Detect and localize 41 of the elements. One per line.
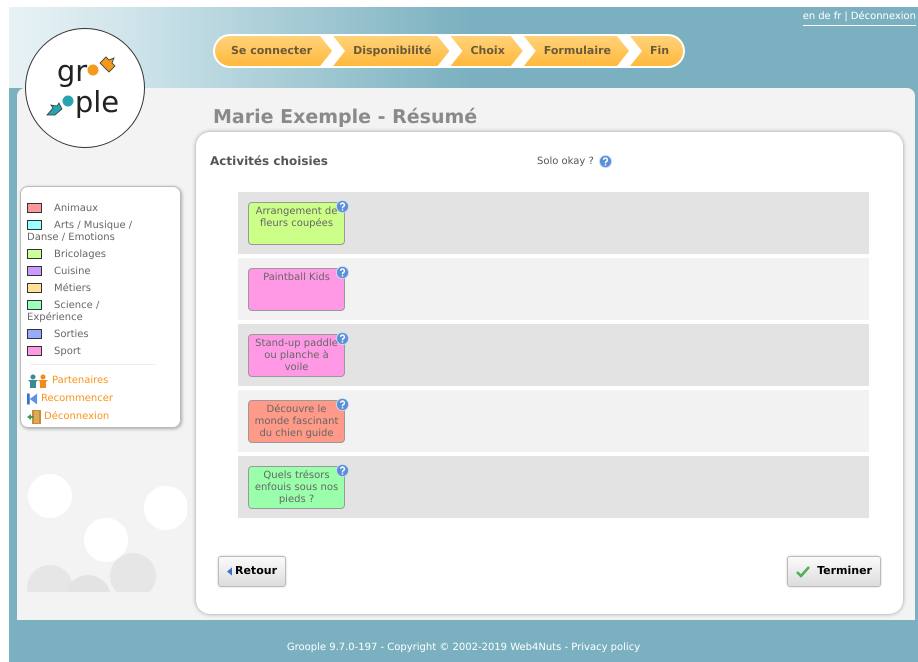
step-tab[interactable]: Se connecter: [215, 36, 332, 66]
footer-text: Groople 9.7.0-197 - Copyright © 2002-2019 Web4Nuts - Privacy policy: [286, 640, 640, 654]
left-triangle-icon: [227, 567, 232, 576]
logout-link[interactable]: Déconnexion: [850, 9, 916, 24]
help-icon[interactable]: [336, 332, 349, 345]
language-link[interactable]: en: [802, 9, 816, 24]
finish-button[interactable]: Terminer: [787, 556, 881, 587]
help-icon[interactable]: [336, 464, 349, 477]
step-tab[interactable]: Formulaire: [524, 36, 629, 66]
language-link[interactable]: de: [818, 9, 831, 24]
check-icon: [796, 566, 810, 578]
section-title: Activités choisies: [210, 153, 329, 170]
legend-label: Cuisine: [54, 266, 91, 277]
legend-label: Arts / Musique / Danse / Emotions: [27, 220, 132, 243]
help-icon[interactable]: [336, 398, 349, 411]
legend-label: Animaux: [54, 203, 98, 214]
legend-label: Bricolages: [54, 249, 106, 260]
legend-label: Sport: [54, 346, 81, 357]
privacy-link[interactable]: Privacy policy: [571, 642, 640, 652]
logo-text: ple: [74, 88, 120, 116]
legend-label: Métiers: [54, 283, 91, 294]
step-tab[interactable]: Disponibilité: [333, 36, 450, 66]
sidebar-link[interactable]: Partenaires: [27, 373, 158, 388]
help-icon[interactable]: [336, 200, 349, 213]
legend-label: Science / Expérience: [27, 300, 100, 323]
page-title: Marie Exemple - Résumé: [213, 105, 478, 129]
step-tab[interactable]: Choix: [450, 36, 523, 66]
sidebar-link[interactable]: Recommencer: [27, 391, 158, 406]
skip-back-icon: [27, 392, 38, 404]
solo-label: Solo okay ?: [537, 154, 594, 168]
people-icon: [27, 374, 49, 388]
back-button[interactable]: Retour: [218, 556, 286, 587]
help-icon[interactable]: [336, 266, 349, 279]
sidebar-link[interactable]: Déconnexion: [27, 409, 158, 424]
legend-label: Sorties: [54, 329, 89, 340]
logo-text: gr: [56, 57, 88, 85]
door-icon: [27, 410, 41, 424]
language-link[interactable]: fr: [834, 9, 842, 24]
separator-text: |: [844, 10, 848, 24]
step-tab[interactable]: Fin: [630, 36, 684, 66]
help-icon[interactable]: [598, 154, 612, 168]
